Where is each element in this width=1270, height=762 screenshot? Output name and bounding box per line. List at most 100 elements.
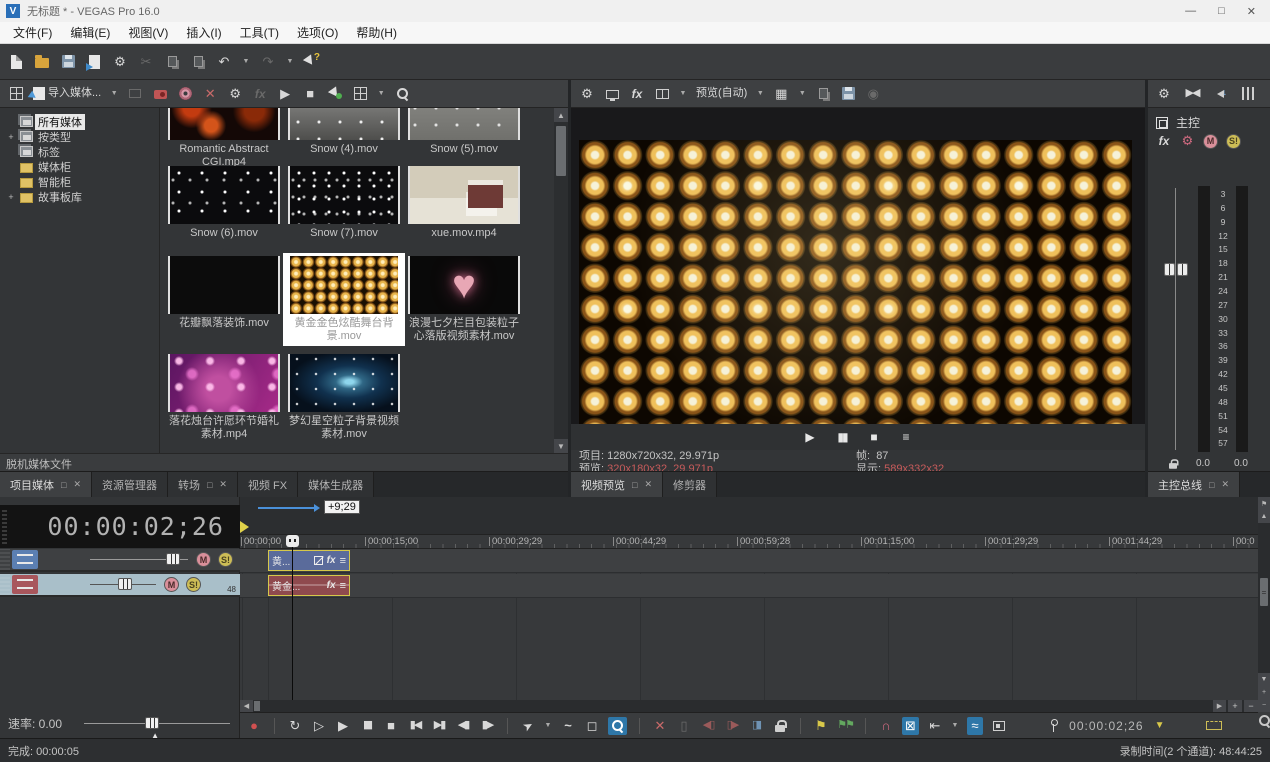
- trim-end-button[interactable]: ▯▶: [724, 717, 740, 735]
- timeline-vertical-scrollbar[interactable]: ⚑ ▲ = ▼ + −: [1258, 497, 1270, 712]
- media-properties-button[interactable]: ⚙: [227, 85, 243, 103]
- tab-transitions[interactable]: 转场□✕: [168, 472, 238, 497]
- zoom-out-time-button[interactable]: −: [1244, 700, 1258, 712]
- media-item[interactable]: 落花烛台许愿环节婚礼素材.mp4: [164, 352, 284, 443]
- menu-item[interactable]: 文件(F): [4, 22, 61, 43]
- media-thumbnail[interactable]: [288, 354, 400, 412]
- master-solo-button[interactable]: S!: [1226, 134, 1241, 149]
- preview-play-button[interactable]: ▶: [802, 428, 818, 446]
- tab-maximize-icon[interactable]: □: [632, 480, 637, 490]
- timeline-zoom-corner[interactable]: [1258, 712, 1270, 738]
- view-faders-button[interactable]: [1240, 85, 1256, 103]
- media-item[interactable]: 花瓣飘落装饰.mov: [164, 254, 284, 345]
- master-mute-button[interactable]: M: [1203, 134, 1218, 149]
- media-zoom-button[interactable]: [394, 85, 410, 103]
- play-button[interactable]: ▶: [335, 717, 351, 735]
- new-project-button[interactable]: [8, 53, 24, 71]
- media-bin-item[interactable]: 媒体柜: [0, 159, 159, 174]
- marker-strip[interactable]: [240, 520, 1258, 535]
- track-grip[interactable]: [0, 549, 10, 570]
- remove-from-project-button[interactable]: ✕: [202, 85, 218, 103]
- preview-quality-dropdown-button[interactable]: ▼: [756, 85, 764, 103]
- views-dropdown-button[interactable]: ▼: [377, 85, 385, 103]
- media-thumbnail[interactable]: [168, 256, 280, 314]
- tab-video-fx[interactable]: 视频 FX: [238, 472, 298, 497]
- pan-crop-icon[interactable]: [314, 556, 323, 565]
- play-from-start-button[interactable]: ▷: [311, 717, 327, 735]
- save-project-button[interactable]: [60, 53, 76, 71]
- tab-close-icon[interactable]: ✕: [73, 479, 81, 490]
- media-item[interactable]: 黄金金色炫酷舞台背景.mov: [284, 254, 404, 345]
- tab-master-bus[interactable]: 主控总线□✕: [1148, 472, 1240, 497]
- overlays-grid-button[interactable]: ▦: [773, 85, 789, 103]
- zoom-tool-icon[interactable]: [1258, 714, 1270, 727]
- vscroll-thumb[interactable]: =: [1260, 578, 1268, 606]
- tab-maximize-icon[interactable]: □: [61, 480, 66, 490]
- capture-video-button[interactable]: [152, 85, 168, 103]
- scroll-down-button[interactable]: ▼: [554, 439, 568, 453]
- time-display[interactable]: 00:00:02;26: [0, 505, 240, 548]
- event-fx-icon[interactable]: fx: [327, 580, 336, 591]
- split-events-button[interactable]: ▯: [676, 717, 692, 735]
- split-screen-dropdown-button[interactable]: ▼: [679, 85, 687, 103]
- tab-media-generators[interactable]: 媒体生成器: [298, 472, 374, 497]
- edit-cursor-head[interactable]: [286, 535, 299, 547]
- media-item[interactable]: Snow (4).mov: [284, 108, 404, 171]
- tree-expander[interactable]: +: [4, 192, 18, 202]
- media-thumbnail[interactable]: [288, 256, 400, 314]
- audio-track-header[interactable]: M S! 48: [0, 574, 240, 597]
- cursor-timecode[interactable]: 00:00:02;26: [1069, 717, 1143, 735]
- copy-snapshot-button[interactable]: [815, 85, 831, 103]
- whats-this-help-button[interactable]: [304, 53, 320, 71]
- media-fx-button[interactable]: fx: [252, 85, 268, 103]
- media-item[interactable]: Romantic Abstract CGI.mp4: [164, 108, 284, 171]
- loop-playback-button[interactable]: ↻: [287, 717, 303, 735]
- shuttle-control-button[interactable]: ◉: [865, 85, 881, 103]
- scroll-right-button[interactable]: ▶: [1213, 700, 1226, 712]
- video-output-fx-button[interactable]: fx: [629, 85, 645, 103]
- preview-quality[interactable]: 预览(自动): [696, 85, 747, 103]
- loop-region-button[interactable]: [1206, 717, 1222, 735]
- import-media[interactable]: 导入媒体...: [33, 85, 101, 103]
- normal-edit-tool-button[interactable]: ➤: [517, 714, 540, 738]
- fader-lock-icon[interactable]: [1169, 458, 1177, 468]
- scroll-up-button[interactable]: ▲: [554, 108, 568, 122]
- import-media-dropdown-button[interactable]: ▼: [110, 85, 118, 103]
- extract-audio-from-cd-button[interactable]: [177, 85, 193, 103]
- downmix-output-button[interactable]: ▶◀: [1184, 85, 1200, 103]
- tab-close-icon[interactable]: ✕: [1221, 479, 1229, 490]
- event-menu-icon[interactable]: ≡: [340, 580, 346, 592]
- hscroll-thumb[interactable]: [254, 701, 260, 711]
- undo-button[interactable]: ↶: [216, 53, 232, 71]
- dim-output-button[interactable]: [1212, 85, 1228, 103]
- start-preview-button[interactable]: ▶: [277, 85, 293, 103]
- cursor-pin-button[interactable]: [1045, 717, 1061, 735]
- video-event-clip[interactable]: 黄... fx ≡: [268, 550, 350, 571]
- media-item[interactable]: 浪漫七夕栏目包装粒子心落版视频素材.mov: [404, 254, 524, 345]
- media-bin-item[interactable]: 标签: [0, 144, 159, 159]
- selection-edit-tool-button[interactable]: ◻: [584, 717, 600, 735]
- media-item[interactable]: Snow (6).mov: [164, 164, 284, 242]
- media-bin-item[interactable]: 智能柜: [0, 174, 159, 189]
- media-thumbnail[interactable]: [288, 166, 400, 224]
- go-to-start-button[interactable]: ▮◀: [407, 717, 423, 735]
- auto-preview-button[interactable]: [327, 85, 343, 103]
- zoom-in-time-button[interactable]: +: [1228, 700, 1242, 712]
- open-project-button[interactable]: [34, 53, 50, 71]
- menu-item[interactable]: 选项(O): [288, 22, 347, 43]
- slip-events-button[interactable]: ▯▮: [748, 717, 764, 735]
- lock-event-button[interactable]: [772, 717, 788, 735]
- volume-slider[interactable]: [90, 584, 156, 585]
- automation-settings-button[interactable]: ⚙: [1180, 134, 1195, 149]
- preview-pause-button[interactable]: ▮▮: [834, 428, 850, 446]
- go-to-end-button[interactable]: ▶▮: [431, 717, 447, 735]
- stop-preview-button[interactable]: ■: [302, 85, 318, 103]
- auto-ripple-dropdown-button[interactable]: ▼: [951, 717, 959, 735]
- paste-button[interactable]: [190, 53, 206, 71]
- maximize-button[interactable]: □: [1218, 5, 1225, 18]
- enable-snapping-button[interactable]: ∩: [878, 717, 894, 735]
- video-track-row[interactable]: [240, 549, 1258, 573]
- master-fx-button[interactable]: fx: [1156, 132, 1172, 150]
- event-fx-icon[interactable]: fx: [327, 555, 336, 566]
- record-button[interactable]: ●: [246, 717, 262, 735]
